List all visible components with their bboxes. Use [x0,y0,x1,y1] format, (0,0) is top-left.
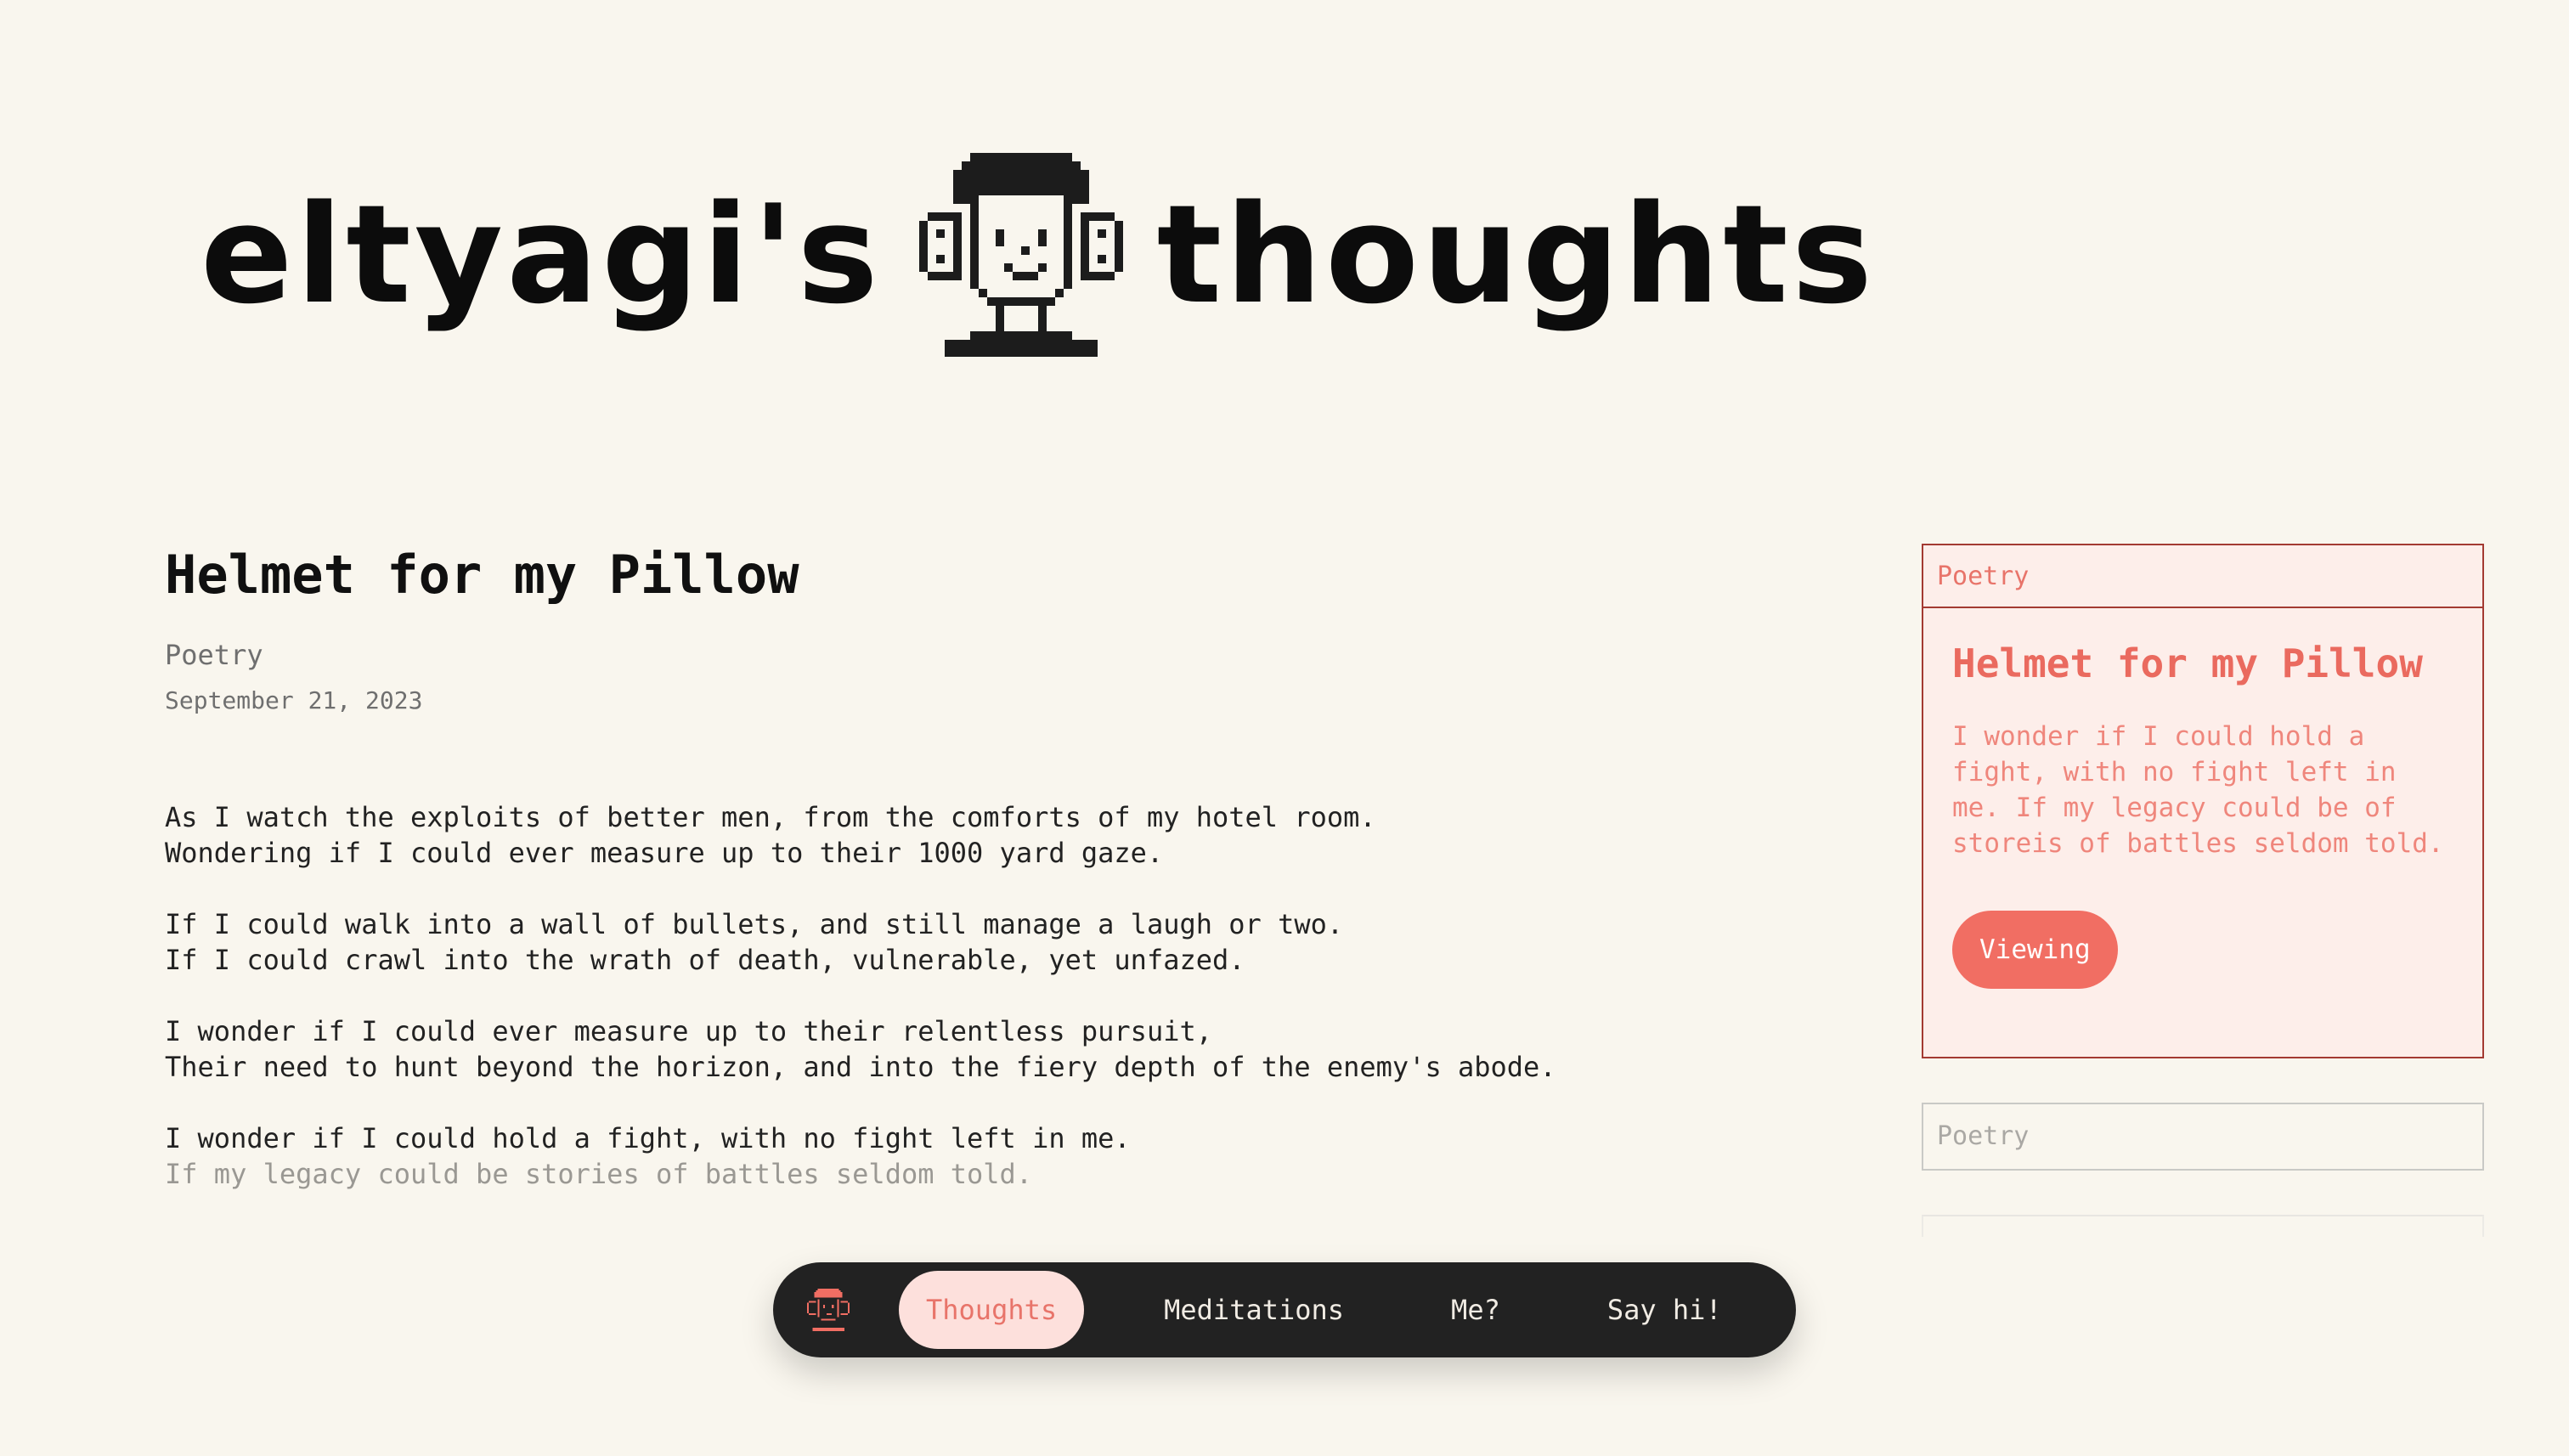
article: Helmet for my Pillow Poetry September 21… [165,544,1779,1227]
nav-item-say-hi[interactable]: Say hi! [1580,1271,1749,1349]
poem-line: Their need to hunt beyond the horizon, a… [165,1051,1556,1084]
poem-stanza: If I could walk into a wall of bullets, … [165,906,1779,978]
site-header: eltyagi's thoughts [200,144,1876,365]
post-card-tag: Poetry [1923,545,2482,608]
avatar-logo-icon[interactable] [807,1289,850,1331]
poem-line: As I watch the exploits of better men, f… [165,801,1376,834]
article-date: September 21, 2023 [165,686,423,715]
poem-stanza: I wonder if I could hold a fight, with n… [165,1120,1779,1192]
post-card-next[interactable]: Poetry [1922,1103,2484,1171]
post-card-peek[interactable] [1922,1215,2484,1237]
poem-line: If my legacy could be stories of battles… [165,1158,1033,1191]
site-title-right: thoughts [1156,175,1877,334]
nav-item-thoughts[interactable]: Thoughts [899,1271,1085,1349]
post-card-body: Helmet for my Pillow I wonder if I could… [1923,608,2482,1014]
poem-line: If I could crawl into the wrath of death… [165,944,1245,977]
poem-stanza: As I watch the exploits of better men, f… [165,799,1779,871]
poem-line: I wonder if I could hold a fight, with n… [165,1122,1131,1155]
post-card-title: Helmet for my Pillow [1952,641,2423,686]
poem-line: I wonder if I could ever measure up to t… [165,1015,1212,1048]
site-title-left: eltyagi's [200,175,882,334]
poem-stanza: I wonder if I could ever measure up to t… [165,1013,1779,1085]
post-card-active[interactable]: Poetry Helmet for my Pillow I wonder if … [1922,544,2484,1058]
article-category: Poetry [165,639,263,672]
post-card-excerpt: I wonder if I could hold a fight, with n… [1952,721,2444,859]
viewing-button[interactable]: Viewing [1952,911,2118,989]
poem-line: If I could walk into a wall of bullets, … [165,908,1344,941]
article-body: As I watch the exploits of better men, f… [165,799,1779,1192]
poem-line: Wondering if I could ever measure up to … [165,837,1164,870]
related-posts-sidebar: Poetry Helmet for my Pillow I wonder if … [1922,544,2484,1237]
pixel-avatar-icon [918,153,1123,357]
nav-item-meditations[interactable]: Meditations [1137,1271,1371,1349]
post-card-tag: Poetry [1937,1121,2030,1151]
bottom-nav: Thoughts Meditations Me? Say hi! [773,1262,1796,1357]
article-title: Helmet for my Pillow [165,544,799,606]
nav-item-me[interactable]: Me? [1424,1271,1527,1349]
